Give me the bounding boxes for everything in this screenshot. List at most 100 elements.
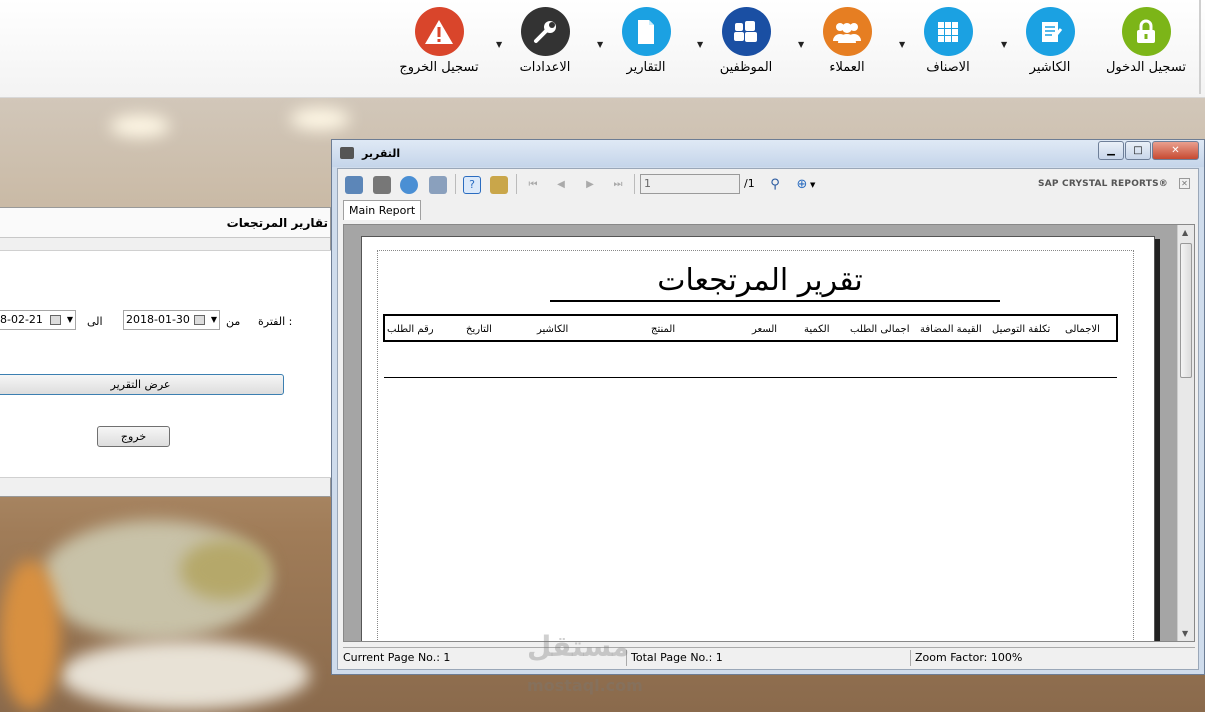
toolbar-reports-label: التقارير [626, 60, 666, 75]
dialog-title: تقارير المرتجعات [0, 208, 330, 238]
sap-brand: SAP CRYSTAL REPORTS® [1038, 179, 1168, 189]
toolbar-customers[interactable]: العملاء [797, 7, 897, 75]
bg-blur [180, 540, 270, 600]
calendar-icon[interactable] [50, 315, 61, 325]
page-shadow [1155, 239, 1160, 641]
toolbar-settings-label: الاعدادات [519, 60, 571, 75]
toolbar-cashier-label: الكاشير [1029, 60, 1071, 75]
printer-icon [340, 147, 354, 159]
column-header-row: الاجمالى تكلفة التوصيل القيمة المضافة اج… [383, 314, 1118, 342]
vertical-scrollbar[interactable]: ▲ ▼ [1177, 225, 1194, 641]
col-price: السعر [752, 324, 778, 335]
copy-icon[interactable] [429, 176, 447, 194]
col-order-number: رقم الطلب [387, 324, 434, 335]
toolbar-separator [455, 174, 456, 194]
scrollbar-thumb[interactable] [1180, 243, 1192, 378]
report-window-titlebar[interactable]: التقرير ▁ □ ✕ [332, 140, 1204, 167]
report-window-title: التقرير [362, 147, 401, 160]
warning-icon [414, 7, 464, 56]
show-report-button[interactable]: عرض التقرير [0, 374, 284, 395]
toolbar-customers-label: العملاء [829, 60, 865, 75]
page-number-input[interactable]: 1 [640, 174, 740, 194]
close-icon[interactable]: ✕ [1179, 178, 1190, 189]
scroll-down-icon[interactable]: ▼ [1182, 629, 1188, 638]
report-viewer-panel: ? ⏮ ◀ ▶ ⏭ 1 /1 ⚲ ⊕ ▼ SAP CRYSTAL REPORTS… [337, 168, 1199, 670]
to-label: الى [87, 315, 103, 328]
from-date-value: 2018-01-30 [126, 313, 190, 326]
col-quantity: الكمية [804, 324, 830, 335]
from-date-picker[interactable]: 2018-01-30 ▼ [123, 310, 220, 330]
customers-icon [822, 7, 872, 56]
status-current-page: Current Page No.: 1 [343, 651, 451, 664]
chevron-down-icon[interactable]: ▼ [211, 311, 217, 329]
report-title: تقرير المرتجعات [657, 263, 863, 298]
binoculars-icon[interactable]: ⚲ [766, 176, 784, 194]
scroll-up-icon[interactable]: ▲ [1182, 228, 1188, 237]
report-view: تقرير المرتجعات الاجمالى تكلفة التوصيل ا… [343, 224, 1195, 642]
lock-icon [1121, 7, 1171, 56]
minimize-button[interactable]: ▁ [1098, 141, 1124, 160]
status-zoom: Zoom Factor: 100% [915, 651, 1023, 664]
report-viewer-window: التقرير ▁ □ ✕ ? ⏮ ◀ ▶ ⏭ 1 /1 ⚲ ⊕ ▼ SAP C… [331, 139, 1205, 675]
toolbar-categories[interactable]: الاصناف [898, 7, 998, 75]
watermark-logo: مستقل [527, 630, 630, 663]
refresh-icon[interactable] [400, 176, 418, 194]
report-page: تقرير المرتجعات الاجمالى تكلفة التوصيل ا… [361, 236, 1155, 641]
help-icon[interactable]: ? [463, 176, 481, 194]
maximize-button[interactable]: □ [1125, 141, 1151, 160]
bg-light [110, 115, 170, 137]
toolbar-reports[interactable]: التقارير [596, 7, 696, 75]
toolbar-login-label: تسجيل الدخول [1105, 60, 1187, 75]
col-product: المنتج [651, 324, 676, 335]
toolbar-edge [1199, 0, 1201, 94]
details-separator [384, 377, 1117, 378]
col-vat: القيمة المضافة [920, 324, 982, 335]
page-total: /1 [744, 177, 755, 190]
toolbar-settings[interactable]: الاعدادات [495, 7, 595, 75]
calendar-icon[interactable] [194, 315, 205, 325]
next-page-icon[interactable]: ▶ [581, 176, 599, 194]
page-margin-guide [377, 250, 1134, 641]
from-label: من [226, 315, 241, 328]
status-total-pages: Total Page No.: 1 [631, 651, 723, 664]
toolbar-employees[interactable]: الموظفين [696, 7, 796, 75]
chevron-down-icon[interactable]: ▼ [810, 176, 820, 194]
chevron-down-icon[interactable]: ▼ [67, 311, 73, 329]
title-underline [550, 300, 1000, 302]
toolbar-logout-label: تسجيل الخروج [399, 60, 479, 75]
col-cashier: الكاشير [537, 324, 569, 335]
cashier-icon [1025, 7, 1075, 56]
tab-main-report[interactable]: Main Report [343, 200, 422, 220]
toolbar-login[interactable]: تسجيل الدخول [1096, 7, 1196, 75]
grid-icon [923, 7, 973, 56]
status-divider [910, 650, 911, 666]
returns-report-dialog: تقارير المرتجعات الفترة : من 2018-01-30 … [0, 207, 331, 497]
group-tree-icon[interactable] [490, 176, 508, 194]
toolbar-cashier[interactable]: الكاشير [1000, 7, 1100, 75]
last-page-icon[interactable]: ⏭ [609, 176, 627, 194]
report-status-bar: Current Page No.: 1 Total Page No.: 1 Zo… [343, 647, 1195, 667]
print-icon[interactable] [373, 176, 391, 194]
prev-page-icon[interactable]: ◀ [552, 176, 570, 194]
toolbar-logout[interactable]: تسجيل الخروج [389, 7, 489, 75]
col-date: التاريخ [466, 324, 492, 335]
toolbar-categories-label: الاصناف [926, 60, 970, 75]
zoom-icon[interactable]: ⊕ [793, 176, 811, 194]
report-toolbar: ? ⏮ ◀ ▶ ⏭ 1 /1 ⚲ ⊕ ▼ SAP CRYSTAL REPORTS… [338, 169, 1198, 199]
exit-button[interactable]: خروج [97, 426, 170, 447]
wrench-icon [520, 7, 570, 56]
first-page-icon[interactable]: ⏮ [524, 176, 542, 194]
bg-light [290, 108, 350, 130]
main-toolbar: تسجيل الدخول ▼ الكاشير ▼ الاصناف ▼ العمل… [0, 0, 1205, 98]
to-date-picker[interactable]: 8-02-21 ▼ [0, 310, 76, 330]
bg-blur [60, 640, 310, 710]
toolbar-separator [634, 174, 635, 194]
toolbar-separator [516, 174, 517, 194]
close-button[interactable]: ✕ [1152, 141, 1199, 160]
export-icon[interactable] [345, 176, 363, 194]
col-total: الاجمالى [1065, 324, 1100, 335]
col-delivery-cost: تكلفة التوصيل [992, 324, 1051, 335]
bg-blur [0, 560, 60, 710]
dialog-body: الفترة : من 2018-01-30 ▼ الى 8-02-21 ▼ ع… [0, 250, 331, 478]
employees-icon [721, 7, 771, 56]
